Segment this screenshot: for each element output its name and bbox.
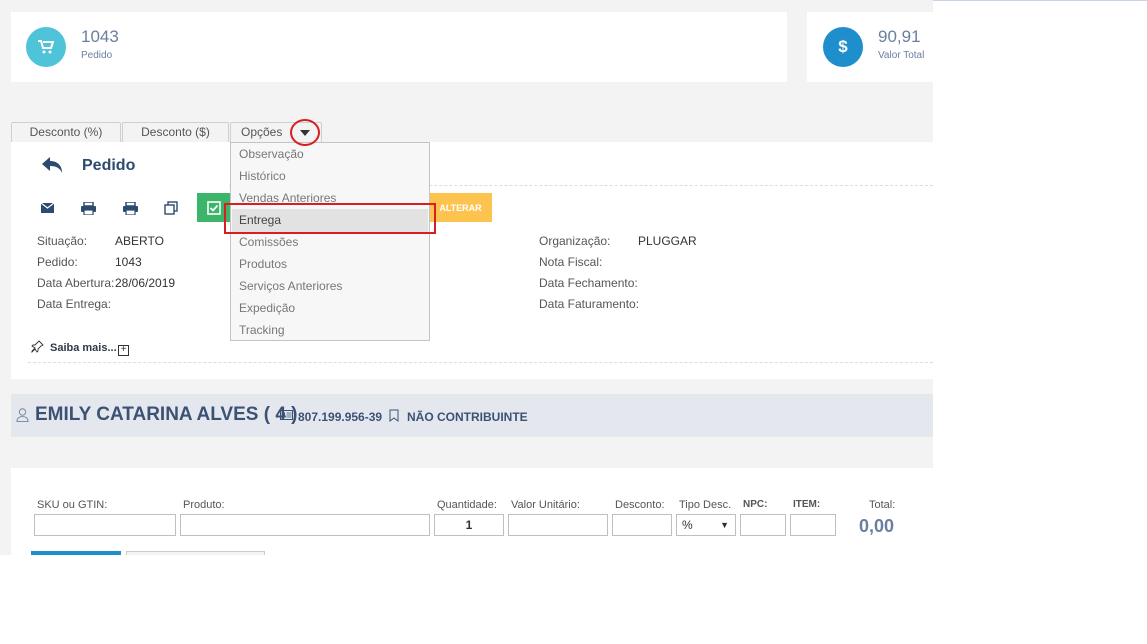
copy-icon	[164, 201, 178, 215]
pedido-value: 1043	[115, 255, 142, 269]
data-entrega-label: Data Entrega:	[37, 297, 112, 311]
printer-icon	[80, 201, 96, 215]
stat-card-valor: $ 90,91 Valor Total	[807, 12, 933, 82]
stat-label-pedido: Pedido	[81, 50, 113, 61]
dropdown-item-comissoes[interactable]: Comissões	[239, 235, 298, 249]
back-arrow-icon[interactable]	[41, 156, 63, 174]
copy-button[interactable]	[162, 200, 180, 216]
print-button[interactable]	[79, 200, 97, 216]
data-abertura-value: 28/06/2019	[115, 276, 176, 290]
desconto-input[interactable]	[612, 514, 672, 536]
dropdown-item-produtos[interactable]: Produtos	[239, 257, 287, 271]
produto-input[interactable]	[180, 514, 430, 536]
page-title: Pedido	[82, 157, 136, 174]
valor-unitario-label: Valor Unitário:	[511, 499, 580, 511]
dropdown-item-servicos-anteriores[interactable]: Serviços Anteriores	[239, 279, 342, 293]
printer-icon	[122, 201, 138, 215]
nota-fiscal-label: Nota Fiscal:	[539, 255, 603, 269]
quantidade-input[interactable]: 1	[434, 514, 504, 536]
dropdown-item-historico[interactable]: Histórico	[239, 169, 286, 183]
quantidade-label: Quantidade:	[437, 499, 497, 511]
opcoes-caret-button[interactable]	[290, 119, 320, 146]
email-button[interactable]	[38, 200, 56, 216]
customer-name: EMILY CATARINA ALVES ( 4 )	[35, 404, 298, 425]
id-card-icon	[280, 410, 293, 420]
envelope-icon	[40, 203, 54, 213]
organizacao-value: PLUGGAR	[638, 234, 697, 248]
sku-label: SKU ou GTIN:	[37, 499, 108, 511]
item-label: ITEM:	[793, 499, 821, 510]
panel-bottom-divider	[28, 362, 933, 363]
bottom-tab-active[interactable]	[31, 551, 121, 555]
user-icon	[16, 408, 29, 422]
order-panel: Pedido ALTERAR Situação: ABERTO Pedido: …	[11, 142, 933, 379]
quantidade-value: 1	[465, 518, 473, 532]
situacao-value: ABERTO	[115, 234, 164, 248]
check-square-icon	[207, 200, 221, 215]
data-faturamento-label: Data Faturamento:	[539, 297, 640, 311]
bookmark-icon	[389, 409, 399, 422]
desconto-label: Desconto:	[615, 499, 665, 511]
stat-value-pedido: 1043	[81, 27, 119, 46]
data-fechamento-label: Data Fechamento:	[539, 276, 638, 290]
alterar-button[interactable]: ALTERAR	[429, 193, 492, 222]
produto-label: Produto:	[183, 499, 225, 511]
tipo-desc-select[interactable]: % ▼	[676, 514, 736, 536]
top-border-line	[933, 0, 1147, 1]
situacao-label: Situação:	[37, 234, 88, 248]
dropdown-item-expedicao[interactable]: Expedição	[239, 301, 295, 315]
expand-icon[interactable]: +	[118, 345, 129, 356]
organizacao-label: Organização:	[539, 234, 611, 248]
bottom-tab-inactive[interactable]	[126, 551, 265, 555]
tipo-desc-label: Tipo Desc.	[679, 499, 732, 511]
caret-down-icon	[300, 129, 310, 136]
tab-opcoes-label: Opções	[241, 125, 283, 139]
app-area: 1043 Pedido $ 90,91 Valor Total Desconto…	[0, 0, 933, 555]
stat-card-pedido: 1043 Pedido	[11, 12, 787, 82]
opcoes-dropdown-menu: Observação Histórico Vendas Anteriores E…	[230, 142, 430, 341]
alterar-button-label: ALTERAR	[439, 202, 482, 213]
tipo-desc-value: %	[682, 518, 693, 532]
valor-unitario-input[interactable]	[508, 514, 608, 536]
sku-input[interactable]	[34, 514, 176, 536]
tab-desconto-valor[interactable]: Desconto ($)	[122, 122, 229, 142]
total-value: 0,00	[859, 516, 895, 536]
pedido-label: Pedido:	[37, 255, 78, 269]
item-form-area	[11, 468, 933, 555]
customer-bar: EMILY CATARINA ALVES ( 4 ) 807.199.956-3…	[11, 394, 933, 437]
dollar-icon: $	[838, 37, 848, 56]
stat-label-valor: Valor Total	[878, 50, 925, 61]
data-abertura-label: Data Abertura:	[37, 276, 115, 290]
entrega-highlight-box	[224, 203, 436, 234]
dropdown-item-tracking[interactable]: Tracking	[239, 323, 285, 337]
tab-desconto-percent[interactable]: Desconto (%)	[11, 122, 121, 142]
total-label: Total:	[869, 499, 896, 511]
cart-icon	[38, 40, 54, 54]
pin-icon	[31, 340, 44, 353]
customer-document: 807.199.956-39	[298, 410, 383, 424]
customer-tax-status: NÃO CONTRIBUINTE	[407, 410, 528, 424]
stat-value-valor: 90,91	[878, 27, 921, 46]
stat-circle-valor: $	[823, 27, 863, 67]
stat-circle-pedido	[26, 27, 66, 67]
saiba-mais-link[interactable]: Saiba mais...	[50, 342, 117, 354]
npc-input[interactable]	[740, 514, 786, 536]
dropdown-item-observacao[interactable]: Observação	[239, 147, 304, 161]
select-arrow-icon: ▼	[720, 520, 729, 530]
npc-label: NPC:	[743, 499, 768, 510]
item-input[interactable]	[790, 514, 836, 536]
print-alt-button[interactable]	[121, 200, 139, 216]
